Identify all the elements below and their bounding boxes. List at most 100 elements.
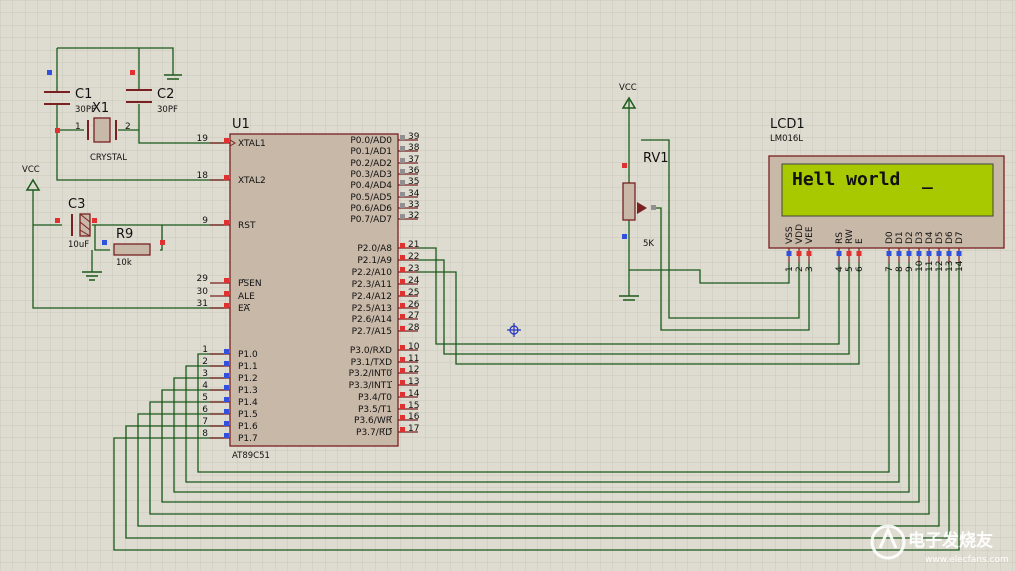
pin-marker [400,303,405,308]
pin-label: XTAL2 [238,176,266,186]
pin-number: 10 [408,342,420,352]
pin-label: D0 [885,231,895,244]
pin-marker [400,135,405,140]
c3-ref: C3 [68,197,85,212]
pin-label: D7 [955,231,965,244]
x1-pin2: 2 [125,122,131,132]
pin-number: 33 [408,200,419,210]
pin-label: P3.6/WR [354,416,392,426]
pin-label: P2.7/A15 [352,327,392,337]
pin-marker [400,368,405,373]
pin-number: 30 [197,287,209,297]
pin-marker [224,361,229,366]
pin-label: D4 [925,231,935,244]
pin-marker [400,291,405,296]
rv1-value: 5K [643,239,654,249]
pin-marker [400,392,405,397]
pin-marker [400,158,405,163]
pin-number: 29 [197,274,209,284]
pin-number: 17 [408,424,419,434]
pin-marker [886,251,892,256]
pin-marker [906,251,912,256]
pin-label: P1.1 [238,362,258,372]
pin-number: 28 [408,323,420,333]
pin-marker [400,357,405,362]
pin-marker [400,146,405,151]
vcc-top-label: VCC [619,83,637,93]
pin-marker [224,397,229,402]
c2-value: 30PF [157,105,178,115]
pin-label: D5 [935,231,945,244]
watermark-url: www.elecfans.com [925,555,1009,565]
pin-number: 1 [785,266,795,272]
pin-label: D2 [905,231,915,244]
pin-marker [224,409,229,414]
pin-number: 27 [408,311,419,321]
pin-marker [400,169,405,174]
pin-label: P1.3 [238,386,258,396]
pin-marker [806,251,812,256]
pin-number: 10 [915,260,925,272]
pin-label: P2.5/A13 [352,304,392,314]
pin-label: P0.7/AD7 [350,215,392,225]
lcd-ref: LCD1 [770,117,805,132]
pin-label: P3.1/TXD [351,358,392,368]
pin-number: 35 [408,177,419,187]
c1-pin-marker [47,70,52,75]
pin-number: 39 [408,132,420,142]
pin-marker [224,421,229,426]
pin-label: P1.0 [238,350,258,360]
pin-label: E [855,238,865,244]
pin-marker [400,380,405,385]
pin-label: P2.2/A10 [352,268,393,278]
pin-number: 14 [408,389,420,399]
pin-marker [400,267,405,272]
rv1-pin-marker-top [622,163,627,168]
pin-number: 38 [408,143,420,153]
c2-pin-marker [130,70,135,75]
pin-marker [400,415,405,420]
pin-label: P0.4/AD4 [350,181,392,191]
pin-marker [836,251,842,256]
pin-label: P3.2/INT0 [349,369,393,379]
u1-microcontroller[interactable]: U1 AT89C51 19 XTAL118 XTAL29 RST29 PSEN30 ALE… [197,117,420,461]
pin-label: VDD [795,224,805,244]
pin-label: P3.0/RXD [350,346,392,356]
pin-marker [400,255,405,260]
pin-marker [856,251,862,256]
schematic-canvas[interactable]: U1 AT89C51 19 XTAL1 18 XTAL2 9 RST 29 PSEN 30 ALE… [0,0,1015,571]
pin-number: 11 [408,354,419,364]
pin-marker [224,373,229,378]
pin-marker [846,251,852,256]
pin-marker [224,138,229,143]
pin-marker [400,203,405,208]
r9-value: 10k [116,258,132,268]
pin-label: P1.7 [238,434,258,444]
c3-pin-marker-right [92,218,97,223]
pin-marker [224,220,229,225]
pin-marker [400,192,405,197]
pin-label: P2.6/A14 [352,315,393,325]
pin-label: ALE [238,292,255,302]
pin-number: 12 [408,365,419,375]
pin-number: 13 [408,377,419,387]
pin-number: 5 [845,266,855,272]
pin-label: P0.6/AD6 [350,204,392,214]
pin-number: 23 [408,264,419,274]
pin-number: 37 [408,155,419,165]
pin-label: P3.3/INT1 [349,381,392,391]
pin-label: RW [845,229,855,244]
pin-label: RS [835,232,845,244]
pin-marker [400,345,405,350]
pin-label: P3.5/T1 [358,405,392,415]
u1-ref: U1 [232,117,250,132]
pin-number: 13 [945,261,955,272]
pin-number: 11 [925,261,935,272]
watermark-text: 电子发烧友 [908,530,993,551]
u1-value: AT89C51 [232,451,270,461]
pin-marker [916,251,922,256]
pin-number: 18 [197,171,209,181]
rv1-pin-marker-bottom [622,234,627,239]
pin-label: PSEN [238,279,262,289]
pin-label: P1.6 [238,422,258,432]
